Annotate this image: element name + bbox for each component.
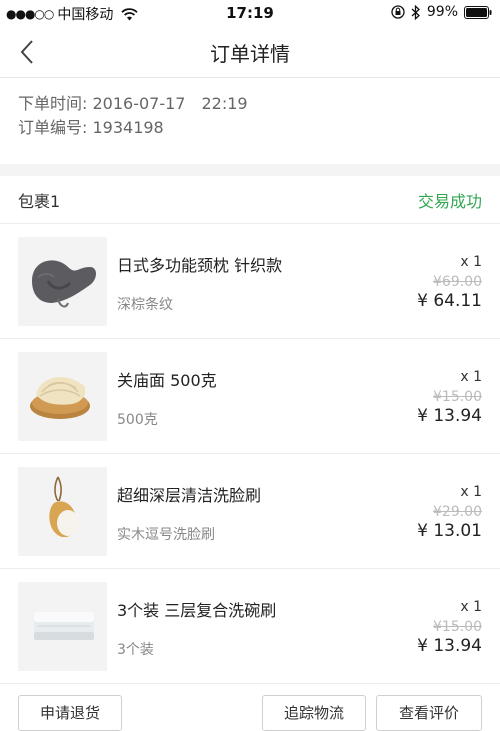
item-quantity: x 1 bbox=[460, 599, 482, 615]
action-bar: 申请退货 追踪物流 查看评价 bbox=[0, 684, 500, 731]
item-variant: 500克 bbox=[117, 412, 158, 428]
item-list: 日式多功能颈枕 针织款 深棕条纹 x 1 ¥69.00 ¥ 64.11 关庙面 … bbox=[0, 224, 500, 684]
nav-bar: 订单详情 bbox=[0, 26, 500, 78]
item-variant: 3个装 bbox=[117, 642, 154, 658]
item-original-price: ¥29.00 bbox=[433, 504, 482, 520]
item-variant: 深棕条纹 bbox=[117, 297, 173, 313]
item-original-price: ¥69.00 bbox=[433, 274, 482, 290]
item-price: ¥ 64.11 bbox=[417, 291, 482, 311]
order-info: 下单时间: 2016-07-17 22:19 订单编号: 1934198 bbox=[0, 78, 500, 164]
battery-percent: 99% bbox=[426, 4, 458, 20]
status-badge: 交易成功 bbox=[417, 191, 482, 211]
noodles-image bbox=[18, 352, 107, 441]
item-price: ¥ 13.94 bbox=[417, 636, 482, 656]
request-return-button[interactable]: 申请退货 bbox=[18, 695, 122, 731]
item-name: 超细深层清洁洗脸刷 bbox=[117, 486, 262, 505]
item-name: 3个装 三层复合洗碗刷 bbox=[117, 601, 277, 620]
item-quantity: x 1 bbox=[460, 369, 482, 385]
dish-sponge-image bbox=[18, 582, 107, 671]
item-quantity: x 1 bbox=[460, 254, 482, 270]
status-right: 99% bbox=[391, 4, 492, 20]
list-item[interactable]: 关庙面 500克 500克 x 1 ¥15.00 ¥ 13.94 bbox=[0, 339, 500, 454]
item-name: 日式多功能颈枕 针织款 bbox=[117, 256, 283, 275]
track-shipping-button[interactable]: 追踪物流 bbox=[262, 695, 366, 731]
battery-icon bbox=[464, 5, 492, 19]
order-number: 订单编号: 1934198 bbox=[18, 118, 164, 137]
item-price: ¥ 13.94 bbox=[417, 406, 482, 426]
item-variant: 实木逗号洗脸刷 bbox=[117, 527, 215, 543]
rotation-lock-icon bbox=[391, 5, 405, 19]
list-item[interactable]: 日式多功能颈枕 针织款 深棕条纹 x 1 ¥69.00 ¥ 64.11 bbox=[0, 224, 500, 339]
item-original-price: ¥15.00 bbox=[433, 619, 482, 635]
list-item[interactable]: 超细深层清洁洗脸刷 实木逗号洗脸刷 x 1 ¥29.00 ¥ 13.01 bbox=[0, 454, 500, 569]
package-label: 包裹1 bbox=[18, 191, 61, 211]
item-name: 关庙面 500克 bbox=[117, 371, 217, 390]
section-divider bbox=[0, 164, 500, 176]
item-original-price: ¥15.00 bbox=[433, 389, 482, 405]
page-title: 订单详情 bbox=[210, 42, 290, 66]
package-header: 包裹1 交易成功 bbox=[0, 176, 500, 224]
list-item[interactable]: 3个装 三层复合洗碗刷 3个装 x 1 ¥15.00 ¥ 13.94 bbox=[0, 569, 500, 684]
face-brush-image bbox=[18, 467, 107, 556]
item-price: ¥ 13.01 bbox=[417, 521, 482, 541]
status-bar: ●●●○○ 中国移动 17:19 99% bbox=[0, 0, 500, 26]
order-time: 下单时间: 2016-07-17 22:19 bbox=[18, 94, 248, 113]
view-review-button[interactable]: 查看评价 bbox=[376, 695, 482, 731]
item-quantity: x 1 bbox=[460, 484, 482, 500]
bluetooth-icon bbox=[411, 4, 420, 20]
neck-pillow-image bbox=[18, 237, 107, 326]
